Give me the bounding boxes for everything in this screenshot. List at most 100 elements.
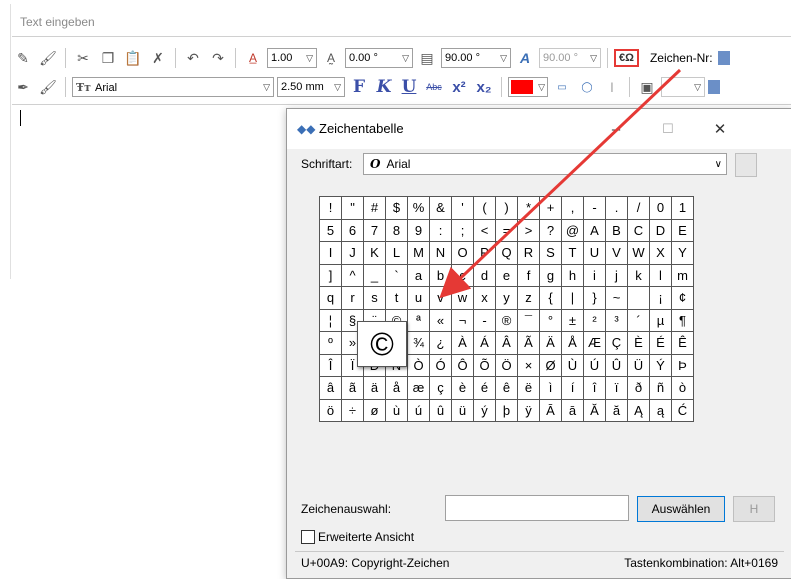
text-color-combo[interactable]: ▽ xyxy=(508,77,548,97)
char-cell[interactable]: @ xyxy=(562,219,584,242)
char-cell[interactable]: d xyxy=(474,264,496,287)
char-cell[interactable]: ¿ xyxy=(430,332,452,355)
char-cell[interactable]: 8 xyxy=(386,219,408,242)
dialog-titlebar[interactable]: ◆◆ Zeichentabelle – ☐ ✕ xyxy=(287,109,791,149)
char-cell[interactable]: b xyxy=(430,264,452,287)
char-cell[interactable]: L xyxy=(386,242,408,265)
char-cell[interactable]: ¾ xyxy=(408,332,430,355)
char-cell[interactable]: { xyxy=(540,287,562,310)
char-cell[interactable]: ñ xyxy=(650,377,672,400)
char-cell[interactable]: . xyxy=(606,197,628,220)
char-cell[interactable]: ë xyxy=(518,377,540,400)
char-cell[interactable]: û xyxy=(430,399,452,422)
text-input-header[interactable]: Text eingeben xyxy=(12,8,791,37)
close-button[interactable]: ✕ xyxy=(705,115,735,143)
char-cell[interactable]: ú xyxy=(408,399,430,422)
char-cell[interactable]: P xyxy=(474,242,496,265)
char-cell[interactable]: c xyxy=(452,264,474,287)
copy-icon[interactable]: ❐ xyxy=(97,47,119,69)
char-cell[interactable]: ^ xyxy=(342,264,364,287)
font-help-button[interactable] xyxy=(735,153,757,177)
slant-angle-combo[interactable]: 90.00 ° ▽ xyxy=(441,48,511,68)
char-cell[interactable]: × xyxy=(518,354,540,377)
char-cell[interactable]: k xyxy=(628,264,650,287)
char-cell[interactable]: ³ xyxy=(606,309,628,332)
char-cell[interactable]: ā xyxy=(562,399,584,422)
char-cell[interactable]: I xyxy=(320,242,342,265)
char-cell[interactable]: x xyxy=(474,287,496,310)
special-character-button[interactable]: €Ω xyxy=(614,49,639,67)
delete-icon[interactable]: ✗ xyxy=(147,47,169,69)
char-cell[interactable]: ¶ xyxy=(672,309,694,332)
char-cell[interactable]: Ö xyxy=(496,354,518,377)
char-cell[interactable]: N xyxy=(430,242,452,265)
char-cell[interactable]: ø xyxy=(364,399,386,422)
char-cell[interactable]: Û xyxy=(606,354,628,377)
char-cell[interactable]: ä xyxy=(364,377,386,400)
char-cell[interactable]: ą xyxy=(650,399,672,422)
char-cell[interactable]: i xyxy=(584,264,606,287)
char-cell[interactable]: T xyxy=(562,242,584,265)
char-cell[interactable]: q xyxy=(320,287,342,310)
char-cell[interactable]: ` xyxy=(386,264,408,287)
char-cell[interactable]: % xyxy=(408,197,430,220)
char-cell[interactable]: Þ xyxy=(672,354,694,377)
eyedropper-icon[interactable]: ✒ xyxy=(12,76,34,98)
char-cell[interactable]: Y xyxy=(672,242,694,265)
char-cell[interactable]: è xyxy=(452,377,474,400)
char-cell[interactable]: a xyxy=(408,264,430,287)
char-cell[interactable]: ( xyxy=(474,197,496,220)
char-cell[interactable]: u xyxy=(408,287,430,310)
char-cell[interactable]: å xyxy=(386,377,408,400)
char-cell[interactable]: : xyxy=(430,219,452,242)
text-cursor-icon[interactable]: I xyxy=(601,76,623,98)
paste-icon[interactable]: 📋 xyxy=(122,47,144,69)
frame-text-icon[interactable]: ▭ xyxy=(551,76,573,98)
char-cell[interactable]: Ã xyxy=(518,332,540,355)
char-cell[interactable]: Î xyxy=(320,354,342,377)
char-cell[interactable]: ¡ xyxy=(650,287,672,310)
char-cell[interactable]: ÿ xyxy=(518,399,540,422)
char-cell[interactable]: ¢ xyxy=(672,287,694,310)
char-cell[interactable]: f xyxy=(518,264,540,287)
char-cell[interactable]: t xyxy=(386,287,408,310)
char-cell[interactable]: Ô xyxy=(452,354,474,377)
char-cell[interactable]: - xyxy=(584,197,606,220)
char-cell[interactable]: Ą xyxy=(628,399,650,422)
char-cell[interactable]: Ü xyxy=(628,354,650,377)
char-cell[interactable]: Ý xyxy=(650,354,672,377)
char-cell[interactable]: Ć xyxy=(672,399,694,422)
char-cell[interactable]: Ä xyxy=(540,332,562,355)
select-button[interactable]: Auswählen xyxy=(637,496,725,522)
char-cell[interactable]: ! xyxy=(320,197,342,220)
char-cell[interactable]: ¬ xyxy=(452,309,474,332)
char-cell[interactable]: * xyxy=(518,197,540,220)
char-cell[interactable]: y xyxy=(496,287,518,310)
char-cell[interactable]: Á xyxy=(474,332,496,355)
char-cell[interactable]: Ó xyxy=(430,354,452,377)
char-cell[interactable]: ´ xyxy=(628,309,650,332)
char-cell[interactable]: h xyxy=(562,264,584,287)
char-cell[interactable]: ; xyxy=(452,219,474,242)
format-paint-icon-2[interactable]: 🖌 xyxy=(37,76,59,98)
char-cell[interactable]: µ xyxy=(650,309,672,332)
char-cell[interactable]: z xyxy=(518,287,540,310)
char-cell[interactable]: g xyxy=(540,264,562,287)
char-cell[interactable]: Â xyxy=(496,332,518,355)
char-cell[interactable]: ~ xyxy=(606,287,628,310)
char-cell[interactable]: v xyxy=(430,287,452,310)
toolbar-edge[interactable] xyxy=(708,80,720,94)
char-cell[interactable]: ð xyxy=(628,377,650,400)
char-cell[interactable]: l xyxy=(650,264,672,287)
char-cell[interactable]: , xyxy=(562,197,584,220)
undo-icon[interactable]: ↶ xyxy=(182,47,204,69)
char-cell[interactable]: < xyxy=(474,219,496,242)
char-cell[interactable]: þ xyxy=(496,399,518,422)
char-cell[interactable]: È xyxy=(628,332,650,355)
char-cell[interactable]: Ù xyxy=(562,354,584,377)
char-cell[interactable]: Õ xyxy=(474,354,496,377)
minimize-button[interactable]: – xyxy=(601,115,631,143)
char-cell[interactable]: = xyxy=(496,219,518,242)
line-spacing-combo[interactable]: 1.00 ▽ xyxy=(267,48,317,68)
char-cell[interactable]: Q xyxy=(496,242,518,265)
